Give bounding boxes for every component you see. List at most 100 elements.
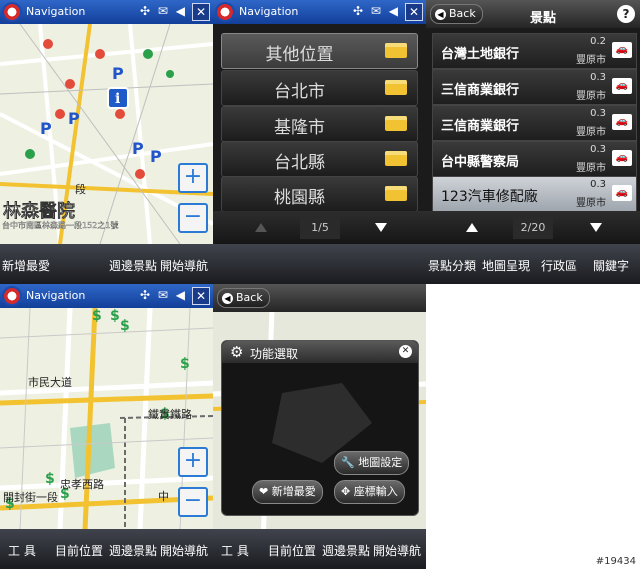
car-icon: 🚗 (612, 185, 632, 201)
poi-distance: 0.3 (590, 179, 606, 190)
poi-header: ◀ Back 景點 ? (426, 0, 640, 28)
folder-icon (385, 80, 407, 95)
poi-name: 三信商業銀行 (441, 83, 520, 98)
start-navigation-button[interactable]: 開始導航 (160, 542, 208, 559)
back-label: Back (449, 7, 476, 20)
tools-button[interactable]: 工 具 (221, 542, 249, 559)
coordinate-input-label: 座標輸入 (353, 485, 398, 498)
app-logo-icon (2, 286, 22, 306)
city-item[interactable]: 台北縣 (221, 141, 418, 177)
close-icon[interactable]: ✕ (192, 3, 210, 21)
zoom-out-button[interactable]: − (178, 203, 208, 233)
map-settings-button[interactable]: 🔧 地圖設定 (334, 451, 410, 475)
heart-icon: ❤ (259, 485, 269, 498)
add-favorite-button[interactable]: ❤ 新增最愛 (252, 480, 323, 504)
tab-map-view[interactable]: 地圖呈現 (482, 257, 530, 274)
svg-text:P: P (150, 147, 162, 166)
gear-icon: ⚙ (230, 343, 244, 361)
road-label-zhongxiao: 忠孝西路 (60, 478, 104, 491)
poi-distance: 0.3 (590, 144, 606, 155)
window-title: Navigation (26, 5, 86, 18)
back-button[interactable]: ◀ Back (430, 4, 483, 24)
zoom-in-button[interactable]: + (178, 163, 208, 193)
svg-text:P: P (40, 119, 52, 138)
add-favorite-button[interactable]: 新增最愛 (2, 257, 50, 274)
poi-item[interactable]: 三信商業銀行 0.3 豐原市 🚗 (432, 105, 637, 141)
city-item-label: 台北市 (274, 82, 325, 102)
back-button[interactable]: ◀ Back (217, 288, 270, 308)
tab-poi-category[interactable]: 景點分類 (428, 257, 476, 274)
road-label-railway: 鐵實鐵路 (148, 408, 192, 421)
poi-area: 豐原市 (576, 91, 606, 102)
coordinate-input-button[interactable]: ✥ 座標輸入 (334, 480, 405, 504)
svg-text:P: P (68, 109, 80, 128)
map-settings-label: 地圖設定 (358, 456, 403, 469)
close-icon[interactable]: ✕ (192, 287, 210, 305)
close-icon[interactable]: ✕ (399, 345, 412, 358)
poi-item[interactable]: 台灣土地銀行 0.2 豐原市 🚗 (432, 33, 637, 69)
status-icons: ✣ ✉ ◀ (353, 4, 400, 18)
close-icon[interactable]: ✕ (405, 3, 423, 21)
tab-district[interactable]: 行政區 (541, 257, 577, 274)
current-position-button[interactable]: 目前位置 (268, 542, 316, 559)
nearby-poi-button[interactable]: 週邊景點 (109, 257, 157, 274)
current-position-button[interactable]: 目前位置 (55, 542, 103, 559)
car-icon: 🚗 (612, 150, 632, 166)
bottom-toolbar: 新增最愛 週邊景點 開始導航 (0, 244, 213, 284)
city-item[interactable]: 基隆市 (221, 106, 418, 142)
poi-item[interactable]: 三信商業銀行 0.3 豐原市 🚗 (432, 69, 637, 105)
city-item[interactable]: 桃園縣 (221, 176, 418, 212)
car-icon: 🚗 (612, 78, 632, 94)
dialog-title: 功能選取 (250, 347, 299, 361)
poi-name: 三信商業銀行 (441, 119, 520, 134)
bottom-toolbar: 工 具 目前位置 週邊景點 開始導航 (0, 529, 213, 569)
city-item[interactable]: 台北市 (221, 70, 418, 106)
function-dialog: ⚙ 功能選取 ✕ 🔧 地圖設定 ❤ 新增最愛 ✥ 座標輸入 (221, 340, 419, 516)
poi-area: 豐原市 (576, 198, 606, 209)
zoom-out-button[interactable]: − (178, 487, 208, 517)
help-icon[interactable]: ? (617, 5, 635, 23)
city-item-label: 基隆市 (274, 118, 325, 138)
bottom-toolbar: 景點分類 地圖呈現 行政區 關鍵字 (426, 244, 640, 284)
poi-area: 豐原市 (576, 127, 606, 138)
city-item[interactable]: 其他位置 (221, 33, 418, 69)
svg-text:$: $ (45, 471, 55, 487)
poi-distance: 0.2 (590, 36, 606, 47)
status-icons: ✣ ✉ ◀ (140, 288, 187, 302)
poi-name: 台中縣警察局 (441, 155, 520, 170)
start-navigation-button[interactable]: 開始導航 (373, 542, 421, 559)
tools-button[interactable]: 工 具 (8, 542, 36, 559)
poi-distance: 0.3 (590, 72, 606, 83)
page-up-icon[interactable] (466, 223, 478, 232)
page-down-icon[interactable] (375, 223, 387, 232)
wrench-icon: 🔧 (341, 456, 355, 469)
app-logo-icon (2, 2, 22, 22)
city-item-label: 桃園縣 (274, 188, 325, 208)
window-title: Navigation (26, 289, 86, 302)
poi-distance: 0.3 (590, 108, 606, 119)
start-navigation-button[interactable]: 開始導航 (160, 257, 208, 274)
poi-item[interactable]: 123汽車修配廠 0.3 豐原市 🚗 (432, 176, 637, 212)
map-screen-1: PPP PP i 林森醫院 台中市南區林森路一段152之1號 段 + − Nav… (0, 0, 213, 284)
zoom-in-button[interactable]: + (178, 447, 208, 477)
page-up-icon[interactable] (255, 223, 267, 232)
map-address-label: 台中市南區林森路一段152之1號 (2, 221, 119, 230)
watermark-id: #19434 (595, 556, 636, 567)
nearby-poi-button[interactable]: 週邊景點 (109, 542, 157, 559)
back-arrow-icon: ◀ (222, 292, 233, 304)
page-indicator: 2/20 (513, 217, 553, 239)
road-label-zhong: 中 (158, 490, 169, 503)
page-down-icon[interactable] (590, 223, 602, 232)
map-screen-2: $ $ $ $ $ $ $ $ 市民大道 鐵實鐵路 忠孝西路 開封街一段 中 + − Na… (0, 284, 213, 569)
poi-name: 123汽車修配廠 (441, 189, 538, 205)
nearby-poi-button[interactable]: 週邊景點 (322, 542, 370, 559)
svg-text:$: $ (120, 318, 130, 334)
tab-keyword[interactable]: 關鍵字 (593, 257, 629, 274)
folder-icon (385, 186, 407, 201)
folder-icon (385, 43, 407, 58)
folder-icon (385, 116, 407, 131)
poi-item[interactable]: 台中縣警察局 0.3 豐原市 🚗 (432, 141, 637, 177)
city-item-label: 其他位置 (265, 45, 334, 65)
svg-text:i: i (115, 91, 120, 107)
function-menu-screen: ◀ Back ⚙ 功能選取 ✕ 🔧 地圖設定 ❤ 新增最愛 ✥ 座標輸入 工 具 … (213, 284, 426, 569)
